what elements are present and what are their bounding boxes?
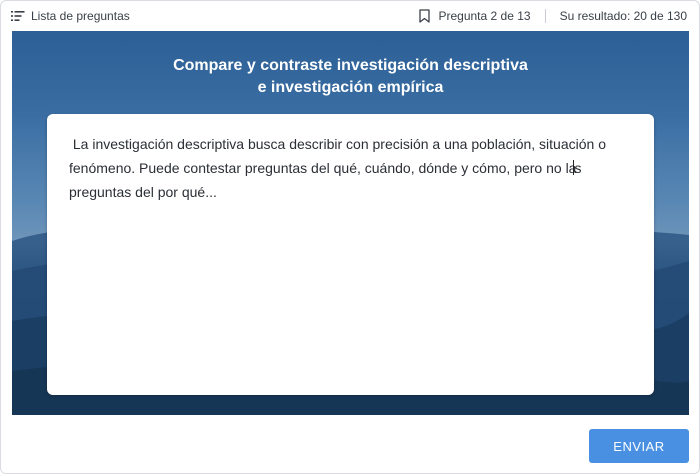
question-list-label: Lista de preguntas: [31, 9, 130, 23]
answer-text-before-caret: La investigación descriptiva busca descr…: [69, 136, 610, 176]
question-title-line2: e investigación empírica: [257, 79, 444, 96]
list-icon: [11, 10, 25, 22]
question-list-button[interactable]: Lista de preguntas: [11, 1, 130, 31]
question-title: Compare y contraste investigación descri…: [12, 55, 689, 99]
question-hero: Compare y contraste investigación descri…: [12, 31, 689, 415]
top-bar: Lista de preguntas Pregunta 2 de 13 Su r…: [1, 1, 699, 31]
bottom-bar: ENVIAR: [1, 415, 699, 473]
score-text: Su resultado: 20 de 130: [559, 9, 687, 23]
submit-button[interactable]: ENVIAR: [589, 429, 689, 463]
question-title-line1: Compare y contraste investigación descri…: [173, 57, 528, 74]
answer-textarea[interactable]: La investigación descriptiva busca descr…: [47, 114, 654, 395]
question-progress: Pregunta 2 de 13: [438, 9, 531, 23]
answer-text: La investigación descriptiva busca descr…: [69, 132, 639, 204]
bookmark-icon[interactable]: [419, 9, 431, 23]
quiz-window: Lista de preguntas Pregunta 2 de 13 Su r…: [0, 0, 700, 474]
divider: [544, 9, 546, 23]
progress-area: Pregunta 2 de 13 Su resultado: 20 de 130: [419, 1, 687, 31]
